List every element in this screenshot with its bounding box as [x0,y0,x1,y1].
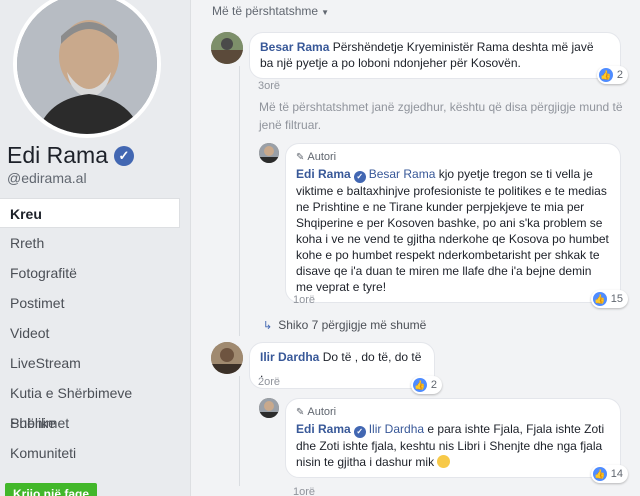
profile-picture[interactable] [13,0,161,138]
like-thumb-icon: 👍 [412,378,427,392]
comment-timestamp[interactable]: 1orë [293,294,315,306]
avatar[interactable] [211,342,243,374]
caret-down-icon: ▼ [321,8,329,17]
reply-arrow-icon: ↳ [263,319,273,332]
thread-line [239,376,240,486]
nav-item-home[interactable]: Kreu [0,198,180,228]
reply-comment: ✎ Autori Edi Rama ✓ Besar Rama kjo pyetje t… [259,143,629,308]
nav-item-notes[interactable]: Shënimet [0,408,180,438]
author-badge-label: Autori [307,151,337,163]
nav-item-about[interactable]: Rreth [0,228,180,258]
reply-comment: ✎ Autori Edi Rama ✓ Ilir Dardha e para isht… [259,398,629,483]
create-page-button[interactable]: Krijo një faqe [5,483,98,496]
page-name-text: Edi Rama [7,142,108,168]
filter-notice: Më të përshtatshmet janë zgjedhur, kësht… [259,100,623,132]
like-thumb-icon: 👍 [592,467,607,481]
comment: Ilir Dardha Do të , do të, do të . 👍 2 [211,342,442,394]
author-badge: ✎ Autori [296,405,610,420]
mention-link[interactable]: Besar Rama [369,167,436,181]
pen-icon: ✎ [296,407,305,418]
verified-check-icon: ✓ [353,426,366,438]
smile-emoji-icon [437,455,451,468]
author-badge-label: Autori [307,406,337,418]
nav-item-posts[interactable]: Postimet [0,288,180,318]
comment: Besar Rama Përshëndetje Kryeministër Ram… [211,32,628,84]
comment-timestamp[interactable]: 2orë [258,376,280,388]
reaction-count[interactable]: 👍 15 [590,290,628,308]
comment-bubble: Besar Rama Përshëndetje Kryeministër Ram… [249,32,628,84]
sort-label: Më të përshtatshme [212,4,319,18]
like-count: 14 [610,468,623,480]
comment-author[interactable]: Besar Rama [260,40,329,54]
nav-item-videos[interactable]: Videot [0,318,180,348]
avatar[interactable] [211,32,243,64]
avatar[interactable] [259,143,279,163]
comments-panel: Më të përshtatshme ▼ Besar Rama Përshënde… [190,0,640,496]
nav-item-community[interactable]: Komuniteti [0,438,180,468]
comment-author[interactable]: Edi Rama [296,167,351,181]
page-nav: Kreu Rreth Fotografitë Postimet Videot L… [0,198,180,468]
like-count: 2 [616,69,623,81]
comment-sort-dropdown[interactable]: Më të përshtatshme ▼ [212,4,329,18]
like-thumb-icon: 👍 [592,292,607,306]
comment-author[interactable]: Edi Rama [296,422,351,436]
nav-item-public-services[interactable]: Kutia e Shërbimeve Publike [0,378,180,431]
thread-line [239,66,240,336]
page-sidebar: Edi Rama ✓ @edirama.al Kreu Rreth Fotogr… [0,0,190,496]
view-more-replies-link[interactable]: ↳ Shiko 7 përgjigje më shumë [263,318,426,332]
author-badge: ✎ Autori [296,150,610,165]
like-thumb-icon: 👍 [598,68,613,82]
more-replies-label: Shiko 7 përgjigje më shumë [278,318,427,332]
verified-check-icon: ✓ [113,145,134,166]
page-handle[interactable]: @edirama.al [7,170,87,186]
like-count: 15 [610,293,623,305]
comment-bubble: ✎ Autori Edi Rama ✓ Besar Rama kjo pyetje t… [285,143,628,308]
comment-bubble: ✎ Autori Edi Rama ✓ Ilir Dardha e para isht… [285,398,628,483]
reaction-count[interactable]: 👍 2 [410,376,442,394]
verified-check-icon: ✓ [353,171,366,183]
mention-link[interactable]: Ilir Dardha [369,422,424,436]
comment-timestamp[interactable]: 3orë [258,80,280,92]
avatar[interactable] [259,398,279,418]
page-title: Edi Rama ✓ [7,142,134,169]
pen-icon: ✎ [296,152,305,163]
comment-timestamp[interactable]: 1orë [293,486,315,496]
nav-item-livestream[interactable]: LiveStream [0,348,180,378]
like-count: 2 [430,379,437,391]
comment-author[interactable]: Ilir Dardha [260,350,319,364]
reaction-count[interactable]: 👍 14 [590,465,628,483]
reaction-count[interactable]: 👍 2 [596,66,628,84]
nav-item-photos[interactable]: Fotografitë [0,258,180,288]
comment-text: kjo pyetje tregon se ti vella je viktime… [296,167,609,294]
